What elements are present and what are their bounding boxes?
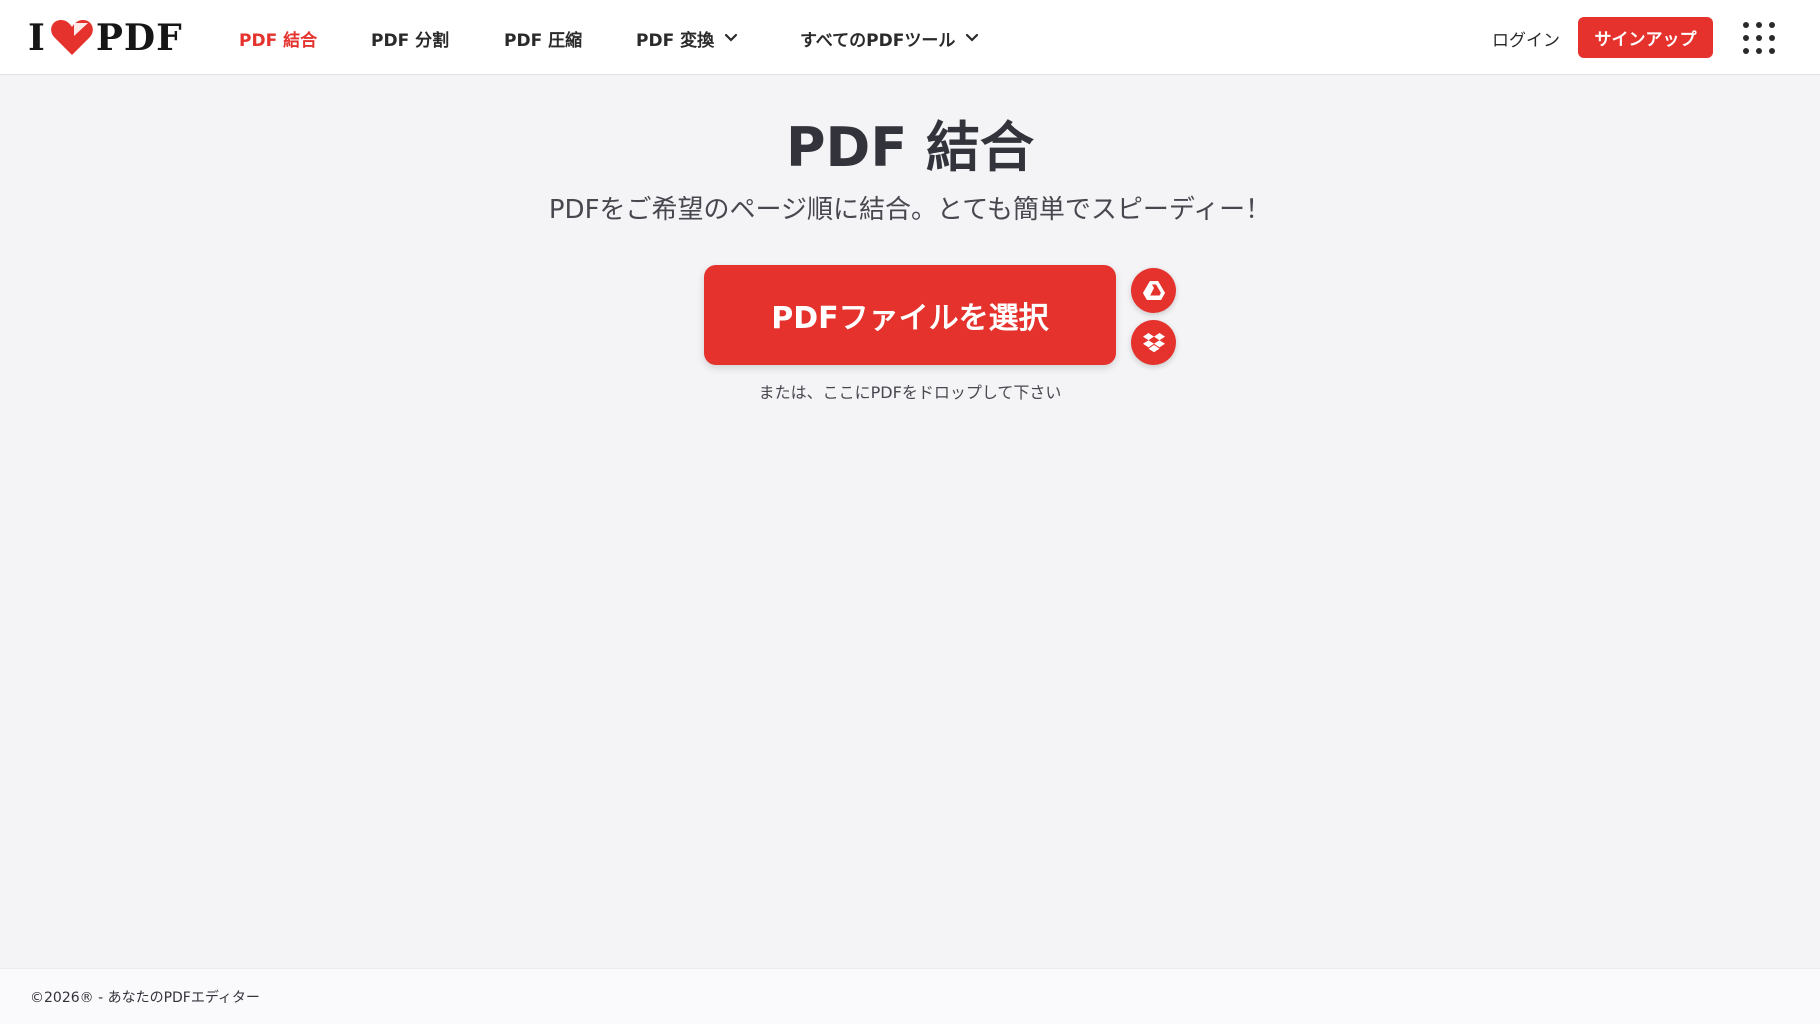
ilovepdf-logo[interactable]: I PDF [28, 17, 183, 59]
nav-all-pdf-tools[interactable]: すべてのPDFツール [800, 24, 979, 52]
nav-label: PDF 結合 [239, 30, 318, 51]
nav-convert-pdf[interactable]: PDF 変換 [636, 24, 738, 52]
select-pdf-files-button[interactable]: PDFファイルを選択 [704, 265, 1116, 365]
top-header: I PDF PDF 結合 PDF 分割 PDF 圧縮 PDF 変換 すべてのPD… [0, 0, 1820, 75]
nav-label: すべてのPDFツール [800, 30, 956, 51]
nav-label: PDF 分割 [371, 30, 450, 51]
copyright-text: ©2026® - あなたのPDFエディター [30, 990, 260, 1006]
dropbox-button[interactable] [1131, 320, 1176, 365]
page-title: PDF 結合 [785, 116, 1035, 179]
nav-split-pdf[interactable]: PDF 分割 [371, 24, 449, 52]
heart-icon [50, 19, 94, 57]
signup-button[interactable]: サインアップ [1578, 17, 1713, 58]
chevron-down-icon [724, 33, 738, 43]
logo-suffix: PDF [95, 17, 183, 59]
page-subtitle: PDFをご希望のページ順に結合。とても簡単でスピーディー！ [548, 195, 1272, 225]
google-drive-icon [1142, 280, 1166, 302]
chevron-down-icon [965, 33, 979, 43]
google-drive-button[interactable] [1131, 268, 1176, 313]
nav-merge-pdf[interactable]: PDF 結合 [239, 24, 317, 52]
logo-prefix: I [28, 17, 46, 59]
nav-compress-pdf[interactable]: PDF 圧縮 [504, 24, 582, 52]
drop-hint-text: または、ここにPDFをドロップして下さい [758, 383, 1062, 402]
dropbox-icon [1142, 332, 1166, 354]
nav-label: PDF 圧縮 [504, 30, 583, 51]
nav-label: PDF 変換 [636, 30, 715, 51]
grid-icon[interactable] [1741, 20, 1777, 56]
login-link[interactable]: ログイン [1492, 24, 1560, 52]
footer: ©2026® - あなたのPDFエディター [0, 968, 1820, 1024]
